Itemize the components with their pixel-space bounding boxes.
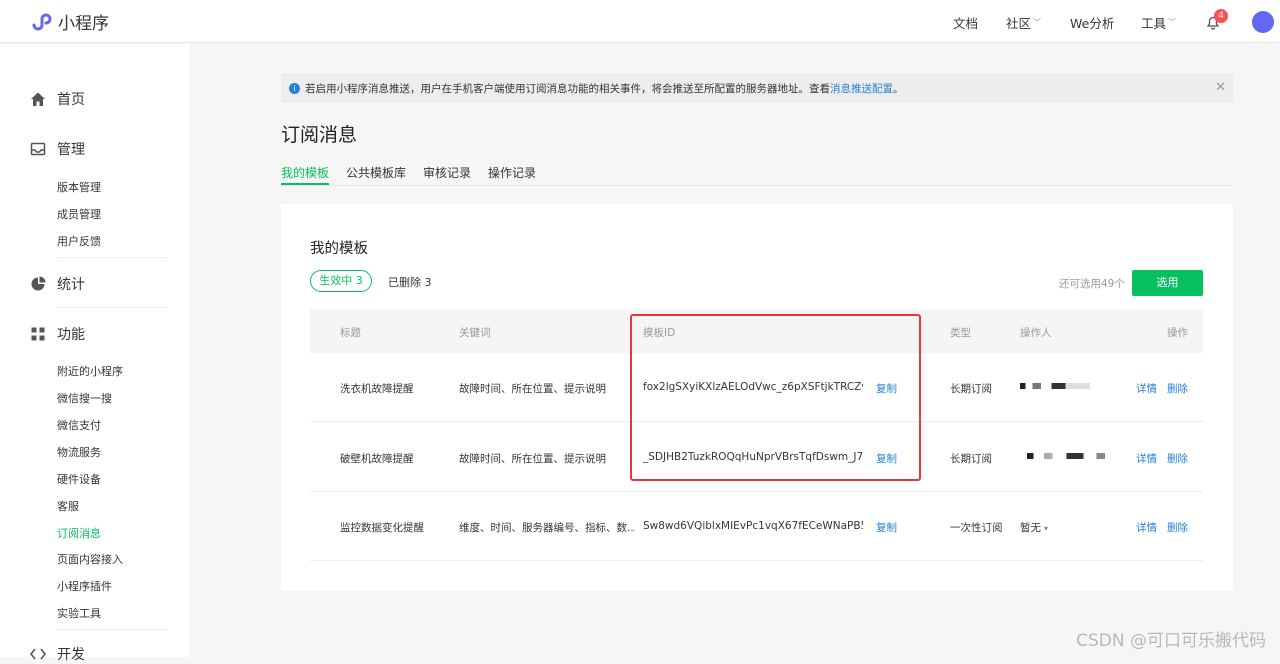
sidebar: 首页 管理 版本管理 成员管理 用户反馈 统计 功能 附近的小程序 微信搜一搜 … bbox=[0, 44, 191, 663]
sidebar-group-features[interactable]: 功能 bbox=[30, 324, 85, 344]
select-template-button[interactable]: 选用 bbox=[1132, 270, 1203, 296]
operator-redacted bbox=[1020, 453, 1105, 459]
nav-tools[interactable]: 工具 ﹀ bbox=[1141, 13, 1176, 32]
remaining-count: 还可选用49个 bbox=[1059, 278, 1125, 290]
row-template-id: Sw8wd6VQiblxMIEvPc1vqX67fECeWNaPB5... bbox=[643, 520, 863, 532]
row-type: 长期订阅 bbox=[950, 383, 992, 395]
delete-link[interactable]: 删除 bbox=[1167, 381, 1188, 396]
nav-docs[interactable]: 文档 bbox=[953, 13, 978, 32]
tab-public-library[interactable]: 公共模板库 bbox=[346, 164, 406, 181]
sidebar-group-label: 功能 bbox=[57, 327, 85, 343]
notice-banner: i 若启用小程序消息推送，用户在手机客户端使用订阅消息功能的相关事件，将会推送至… bbox=[281, 73, 1233, 103]
inbox-icon bbox=[30, 142, 46, 156]
active-tab-indicator bbox=[281, 183, 329, 185]
mini-program-logo-icon bbox=[32, 13, 52, 30]
app-name: 小程序 bbox=[58, 14, 109, 34]
sidebar-group-manage[interactable]: 管理 bbox=[30, 139, 85, 159]
row-keywords: 故障时间、所在位置、提示说明 bbox=[459, 453, 606, 465]
sidebar-item-hardware[interactable]: 硬件设备 bbox=[57, 471, 101, 487]
nav-community[interactable]: 社区 ﹀ bbox=[1006, 13, 1041, 32]
row-operator[interactable]: 暂无 ▾ bbox=[1020, 520, 1048, 535]
chevron-down-icon: ﹀ bbox=[1033, 18, 1042, 27]
top-bar: 小程序 文档 社区 ﹀ We分析 工具 ﹀ 4 bbox=[0, 0, 1280, 43]
caret-down-icon: ▾ bbox=[1044, 524, 1049, 533]
close-icon[interactable]: ✕ bbox=[1215, 80, 1226, 95]
detail-link[interactable]: 详情 bbox=[1136, 520, 1157, 535]
row-title: 洗衣机故障提醒 bbox=[340, 383, 414, 395]
nav-community-label: 社区 bbox=[1006, 16, 1032, 31]
logo[interactable]: 小程序 bbox=[30, 9, 109, 34]
annotation-highlight bbox=[630, 314, 921, 481]
detail-link[interactable]: 详情 bbox=[1136, 451, 1157, 466]
table-row: 监控数据变化提醒 维度、时间、服务器编号、指标、数... Sw8wd6VQibl… bbox=[310, 492, 1203, 561]
column-header: 操作 bbox=[1167, 327, 1188, 339]
copy-button[interactable]: 复制 bbox=[876, 520, 897, 535]
watermark: CSDN @可口可乐搬代码 bbox=[1076, 631, 1266, 651]
code-icon bbox=[30, 648, 46, 660]
operator-label: 暂无 bbox=[1020, 522, 1041, 534]
sidebar-item-feedback[interactable]: 用户反馈 bbox=[57, 233, 101, 249]
sidebar-item-search[interactable]: 微信搜一搜 bbox=[57, 390, 112, 406]
row-type: 一次性订阅 bbox=[950, 522, 1003, 534]
sidebar-item-subscribe-message[interactable]: 订阅消息 bbox=[57, 525, 101, 541]
row-keywords: 维度、时间、服务器编号、指标、数... bbox=[459, 522, 635, 534]
sidebar-group-label: 管理 bbox=[57, 142, 85, 158]
filter-active[interactable]: 生效中 3 bbox=[310, 270, 372, 292]
column-header: 操作人 bbox=[1020, 327, 1052, 339]
sidebar-item-nearby[interactable]: 附近的小程序 bbox=[57, 363, 123, 379]
avatar[interactable] bbox=[1252, 11, 1274, 33]
divider bbox=[57, 257, 167, 258]
home-icon bbox=[31, 92, 45, 106]
tab-bar: 我的模板 公共模板库 审核记录 操作记录 bbox=[281, 160, 1233, 186]
pie-chart-icon bbox=[31, 276, 46, 291]
page-title: 订阅消息 bbox=[281, 124, 358, 146]
info-icon: i bbox=[289, 82, 300, 94]
sidebar-item-home[interactable]: 首页 bbox=[30, 89, 85, 109]
notice-text: 若启用小程序消息推送，用户在手机客户端使用订阅消息功能的相关事件，将会推送至所配… bbox=[305, 82, 830, 95]
column-header: 关键词 bbox=[459, 327, 491, 339]
tab-operation-records[interactable]: 操作记录 bbox=[488, 164, 536, 181]
sidebar-group-develop[interactable]: 开发 bbox=[30, 644, 85, 664]
sidebar-item-lab[interactable]: 实验工具 bbox=[57, 605, 101, 621]
row-title: 破壁机故障提醒 bbox=[340, 453, 414, 465]
sidebar-item-service[interactable]: 客服 bbox=[57, 498, 79, 514]
nav-tools-label: 工具 bbox=[1141, 16, 1167, 31]
sidebar-item-logistics[interactable]: 物流服务 bbox=[57, 444, 101, 460]
push-config-link[interactable]: 消息推送配置 bbox=[830, 81, 893, 96]
notification-badge: 4 bbox=[1214, 9, 1228, 23]
sidebar-item-plugins[interactable]: 小程序插件 bbox=[57, 578, 112, 594]
tab-my-templates[interactable]: 我的模板 bbox=[281, 164, 329, 181]
tab-review-records[interactable]: 审核记录 bbox=[423, 164, 471, 181]
card-title: 我的模板 bbox=[310, 241, 368, 257]
operator-redacted bbox=[1020, 383, 1090, 389]
row-keywords: 故障时间、所在位置、提示说明 bbox=[459, 383, 606, 395]
sidebar-group-stats[interactable]: 统计 bbox=[30, 274, 85, 294]
chevron-down-icon: ﹀ bbox=[1168, 18, 1177, 27]
sidebar-item-page-content[interactable]: 页面内容接入 bbox=[57, 551, 123, 567]
row-type: 长期订阅 bbox=[950, 453, 992, 465]
sidebar-group-label: 开发 bbox=[57, 647, 85, 663]
nav-we-analysis[interactable]: We分析 bbox=[1070, 13, 1114, 32]
column-header: 类型 bbox=[950, 327, 971, 339]
sidebar-item-pay[interactable]: 微信支付 bbox=[57, 417, 101, 433]
grid-icon bbox=[31, 327, 45, 341]
sidebar-item-members[interactable]: 成员管理 bbox=[57, 206, 101, 222]
divider bbox=[57, 629, 167, 630]
notice-text-end: 。 bbox=[893, 82, 904, 95]
delete-link[interactable]: 删除 bbox=[1167, 520, 1188, 535]
divider bbox=[57, 307, 167, 308]
column-header: 标题 bbox=[340, 327, 361, 339]
sidebar-item-label: 首页 bbox=[57, 92, 85, 108]
sidebar-group-label: 统计 bbox=[57, 277, 85, 293]
delete-link[interactable]: 删除 bbox=[1167, 451, 1188, 466]
sidebar-item-version[interactable]: 版本管理 bbox=[57, 179, 101, 195]
filter-deleted[interactable]: 已删除 3 bbox=[388, 274, 432, 290]
detail-link[interactable]: 详情 bbox=[1136, 381, 1157, 396]
row-title: 监控数据变化提醒 bbox=[340, 522, 424, 534]
